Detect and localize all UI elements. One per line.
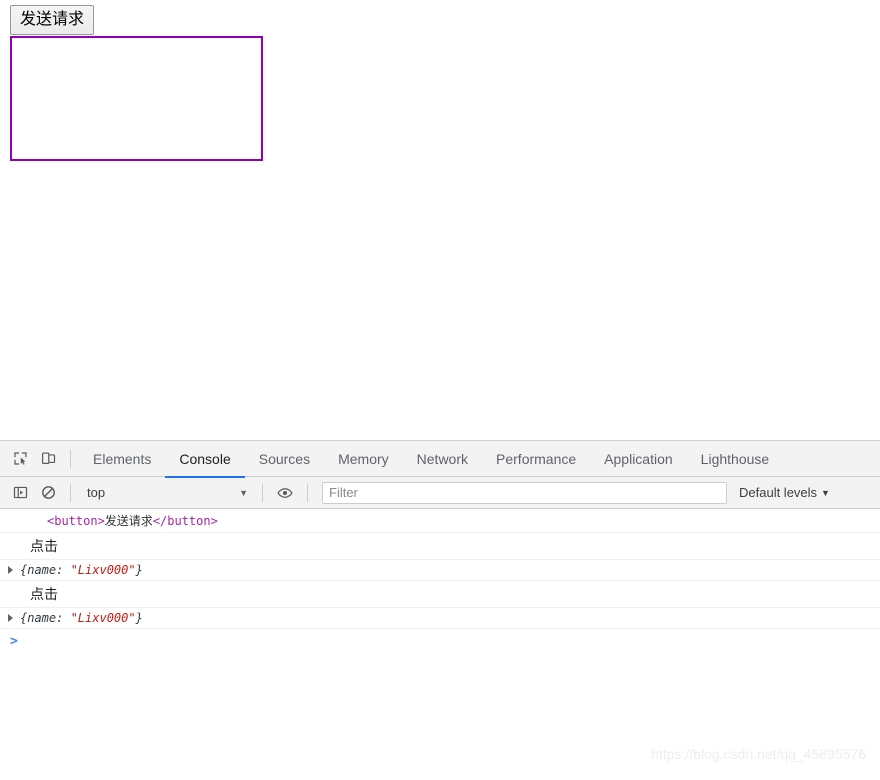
tab-memory-label: Memory — [338, 450, 389, 467]
console-object-message: {name: "Lixv000"} — [20, 563, 143, 577]
tab-elements[interactable]: Elements — [79, 441, 165, 477]
prompt-caret-icon: > — [10, 634, 18, 649]
devtools-panel: Elements Console Sources Memory Network … — [0, 440, 880, 780]
console-sidebar-icon[interactable] — [6, 479, 34, 507]
object-string-value: "Lixv000" — [70, 563, 136, 577]
toolbar-divider — [70, 449, 71, 468]
object-suffix: } — [135, 611, 143, 625]
console-object-message: {name: "Lixv000"} — [20, 611, 143, 625]
devtools-tabbar: Elements Console Sources Memory Network … — [0, 441, 880, 478]
tab-application-label: Application — [604, 450, 673, 467]
console-message-list: <button>发送请求</button> 点击 {name: "Lixv000… — [0, 509, 880, 655]
console-html-message: <button>发送请求</button> — [0, 512, 218, 529]
tab-performance[interactable]: Performance — [482, 441, 590, 477]
object-string-value: "Lixv000" — [70, 611, 136, 625]
devtools-tab-list: Elements Console Sources Memory Network … — [79, 441, 784, 478]
tab-application[interactable]: Application — [590, 441, 687, 477]
console-row-object[interactable]: {name: "Lixv000"} — [0, 560, 880, 581]
tab-network-label: Network — [416, 450, 469, 467]
console-row-text[interactable]: 点击 — [0, 533, 880, 560]
console-row-html[interactable]: <button>发送请求</button> — [0, 509, 880, 533]
html-inner-text: 发送请求 — [104, 514, 153, 528]
console-filter-input[interactable] — [322, 481, 727, 504]
tab-memory[interactable]: Memory — [324, 441, 403, 477]
clear-console-icon[interactable] — [34, 479, 62, 507]
page-viewport: 发送请求 — [0, 0, 880, 440]
filterbar-divider-1 — [70, 483, 71, 502]
tab-sources-label: Sources — [258, 450, 311, 467]
expand-triangle-wrap[interactable] — [0, 566, 20, 574]
html-open-tag: <button> — [47, 514, 105, 528]
console-text-message: 点击 — [30, 539, 58, 555]
execution-context-label: top — [87, 485, 106, 500]
chevron-down-icon: ▼ — [239, 487, 248, 498]
html-close-tag: </button> — [152, 514, 218, 528]
tab-console-label: Console — [179, 450, 231, 467]
inspect-element-icon[interactable] — [6, 445, 34, 473]
tab-console[interactable]: Console — [165, 441, 246, 478]
expand-triangle-icon[interactable] — [7, 566, 13, 574]
chevron-down-icon: ▼ — [821, 487, 830, 498]
tab-lighthouse[interactable]: Lighthouse — [687, 441, 784, 477]
object-prefix: {name: — [20, 611, 71, 625]
log-levels-dropdown[interactable]: Default levels ▼ — [739, 485, 830, 500]
screenshot-root: 发送请求 Elements Console Sources Memory Net… — [0, 0, 880, 780]
send-request-button[interactable]: 发送请求 — [10, 5, 95, 35]
tab-elements-label: Elements — [93, 450, 152, 467]
log-levels-label: Default levels — [739, 485, 818, 500]
object-prefix: {name: — [20, 563, 71, 577]
tab-performance-label: Performance — [496, 450, 577, 467]
console-prompt[interactable]: > — [0, 629, 880, 655]
console-row-object[interactable]: {name: "Lixv000"} — [0, 608, 880, 629]
console-filter-bar: top ▼ Default levels ▼ — [0, 477, 880, 509]
filterbar-divider-3 — [307, 483, 308, 502]
expand-triangle-icon[interactable] — [7, 614, 13, 622]
console-row-text[interactable]: 点击 — [0, 581, 880, 608]
filterbar-divider-2 — [262, 483, 263, 502]
watermark: https://blog.csdn.net/qq_45895576 — [651, 746, 866, 762]
device-toolbar-icon[interactable] — [34, 445, 62, 473]
live-expression-icon[interactable] — [271, 479, 299, 507]
object-suffix: } — [135, 563, 143, 577]
tab-sources[interactable]: Sources — [245, 441, 324, 477]
tab-network[interactable]: Network — [403, 441, 482, 477]
response-result-box — [10, 36, 263, 161]
expand-triangle-wrap[interactable] — [0, 614, 20, 622]
execution-context-selector[interactable]: top ▼ — [79, 482, 254, 504]
tab-lighthouse-label: Lighthouse — [700, 450, 770, 467]
console-text-message: 点击 — [30, 587, 58, 603]
